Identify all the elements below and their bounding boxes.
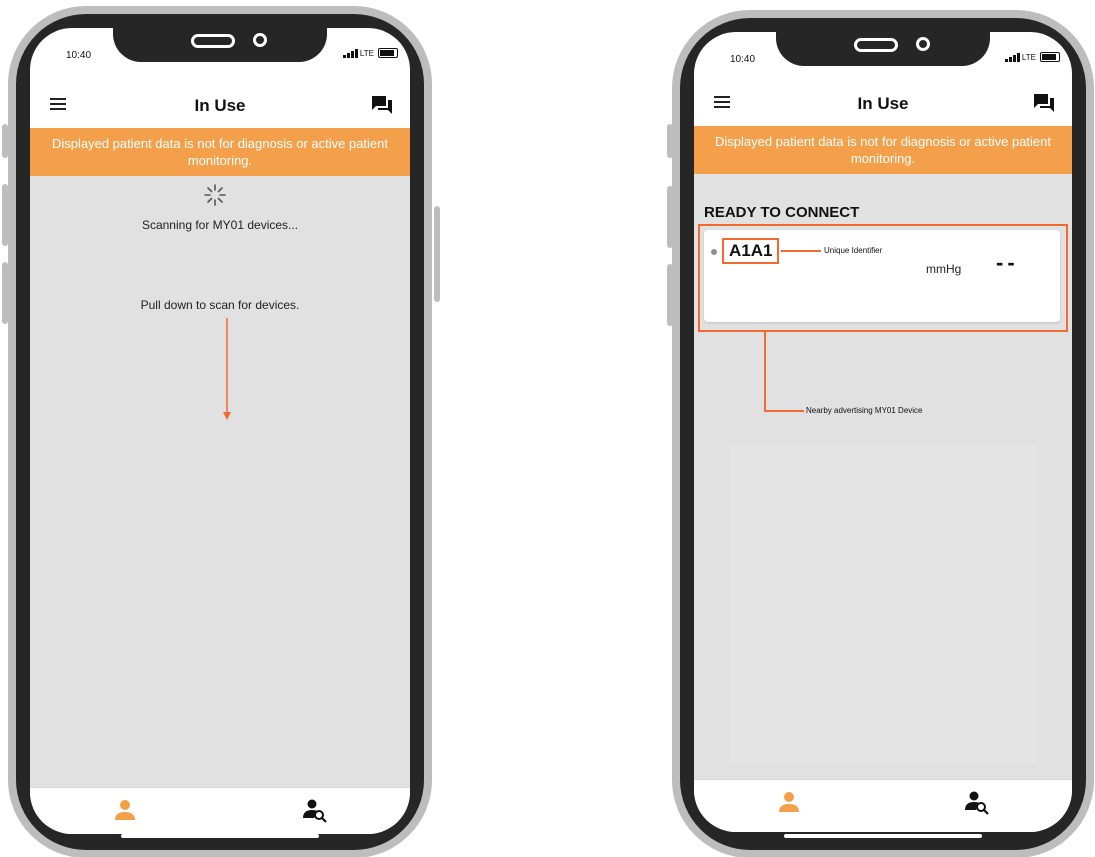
screen-scanning: 10:40 LTE In Use Displayed patient data … — [30, 28, 410, 834]
home-indicator-bar — [121, 834, 319, 838]
network-label: LTE — [1021, 53, 1036, 62]
tab-person-search-icon[interactable] — [300, 796, 330, 826]
speaker — [854, 38, 898, 52]
navbar: In Use — [694, 78, 1072, 126]
side-button-right-power — [434, 206, 440, 302]
screen-ready-to-connect: 10:40 LTE In Use Displayed patient data … — [694, 32, 1072, 832]
navbar: In Use — [30, 80, 410, 128]
camera — [253, 33, 267, 47]
loading-spinner-icon — [204, 184, 226, 206]
disclaimer-banner: Displayed patient data is not for diagno… — [30, 128, 410, 176]
scanning-text: Scanning for MY01 devices... — [141, 218, 299, 232]
battery-icon — [1040, 52, 1060, 62]
notch — [113, 14, 327, 62]
tab-person-icon[interactable] — [774, 788, 804, 818]
content-area[interactable]: READY TO CONNECT A1A1 mmHg -- Unique Ide… — [694, 174, 1072, 786]
page-title: In Use — [857, 94, 909, 113]
device-callout-horizontal — [764, 410, 804, 412]
status-icons: LTE — [1004, 52, 1060, 62]
chat-icon[interactable] — [372, 96, 392, 114]
home-indicator-bar — [784, 834, 982, 838]
phone-frame-scanning: 10:40 LTE In Use Displayed patient data … — [16, 14, 424, 850]
tab-bar — [694, 779, 1072, 832]
blank-panel — [730, 444, 1036, 764]
notch — [776, 18, 990, 66]
device-annotation: Nearby advertising MY01 Device — [806, 406, 923, 415]
tab-person-icon[interactable] — [110, 796, 140, 826]
tab-bar — [30, 787, 410, 834]
section-title: READY TO CONNECT — [704, 204, 860, 221]
chat-icon[interactable] — [1034, 94, 1054, 112]
pull-down-hint: Pull down to scan for devices. — [140, 298, 300, 312]
signal-icon — [1004, 52, 1020, 62]
tab-person-search-icon[interactable] — [962, 788, 992, 818]
phone-frame-ready: 10:40 LTE In Use Displayed patient data … — [680, 18, 1086, 850]
speaker — [191, 34, 235, 48]
status-time: 10:40 — [66, 50, 92, 61]
content-area[interactable]: Scanning for MY01 devices... Pull down t… — [30, 176, 410, 788]
camera — [916, 37, 930, 51]
side-button-left-2 — [2, 184, 8, 246]
status-time: 10:40 — [730, 54, 756, 65]
page-title: In Use — [194, 96, 246, 115]
side-button-left-1 — [667, 124, 673, 158]
device-callout-vertical — [764, 330, 766, 412]
network-label: LTE — [359, 49, 374, 58]
device-card-highlight — [698, 224, 1068, 332]
signal-icon — [342, 48, 358, 58]
side-button-left-2 — [667, 186, 673, 248]
battery-icon — [378, 48, 398, 58]
status-icons: LTE — [342, 48, 398, 58]
disclaimer-banner: Displayed patient data is not for diagno… — [694, 126, 1072, 174]
side-button-left-3 — [667, 264, 673, 326]
side-button-left-1 — [2, 124, 8, 158]
pull-down-arrow-icon — [223, 318, 231, 420]
side-button-left-3 — [2, 262, 8, 324]
